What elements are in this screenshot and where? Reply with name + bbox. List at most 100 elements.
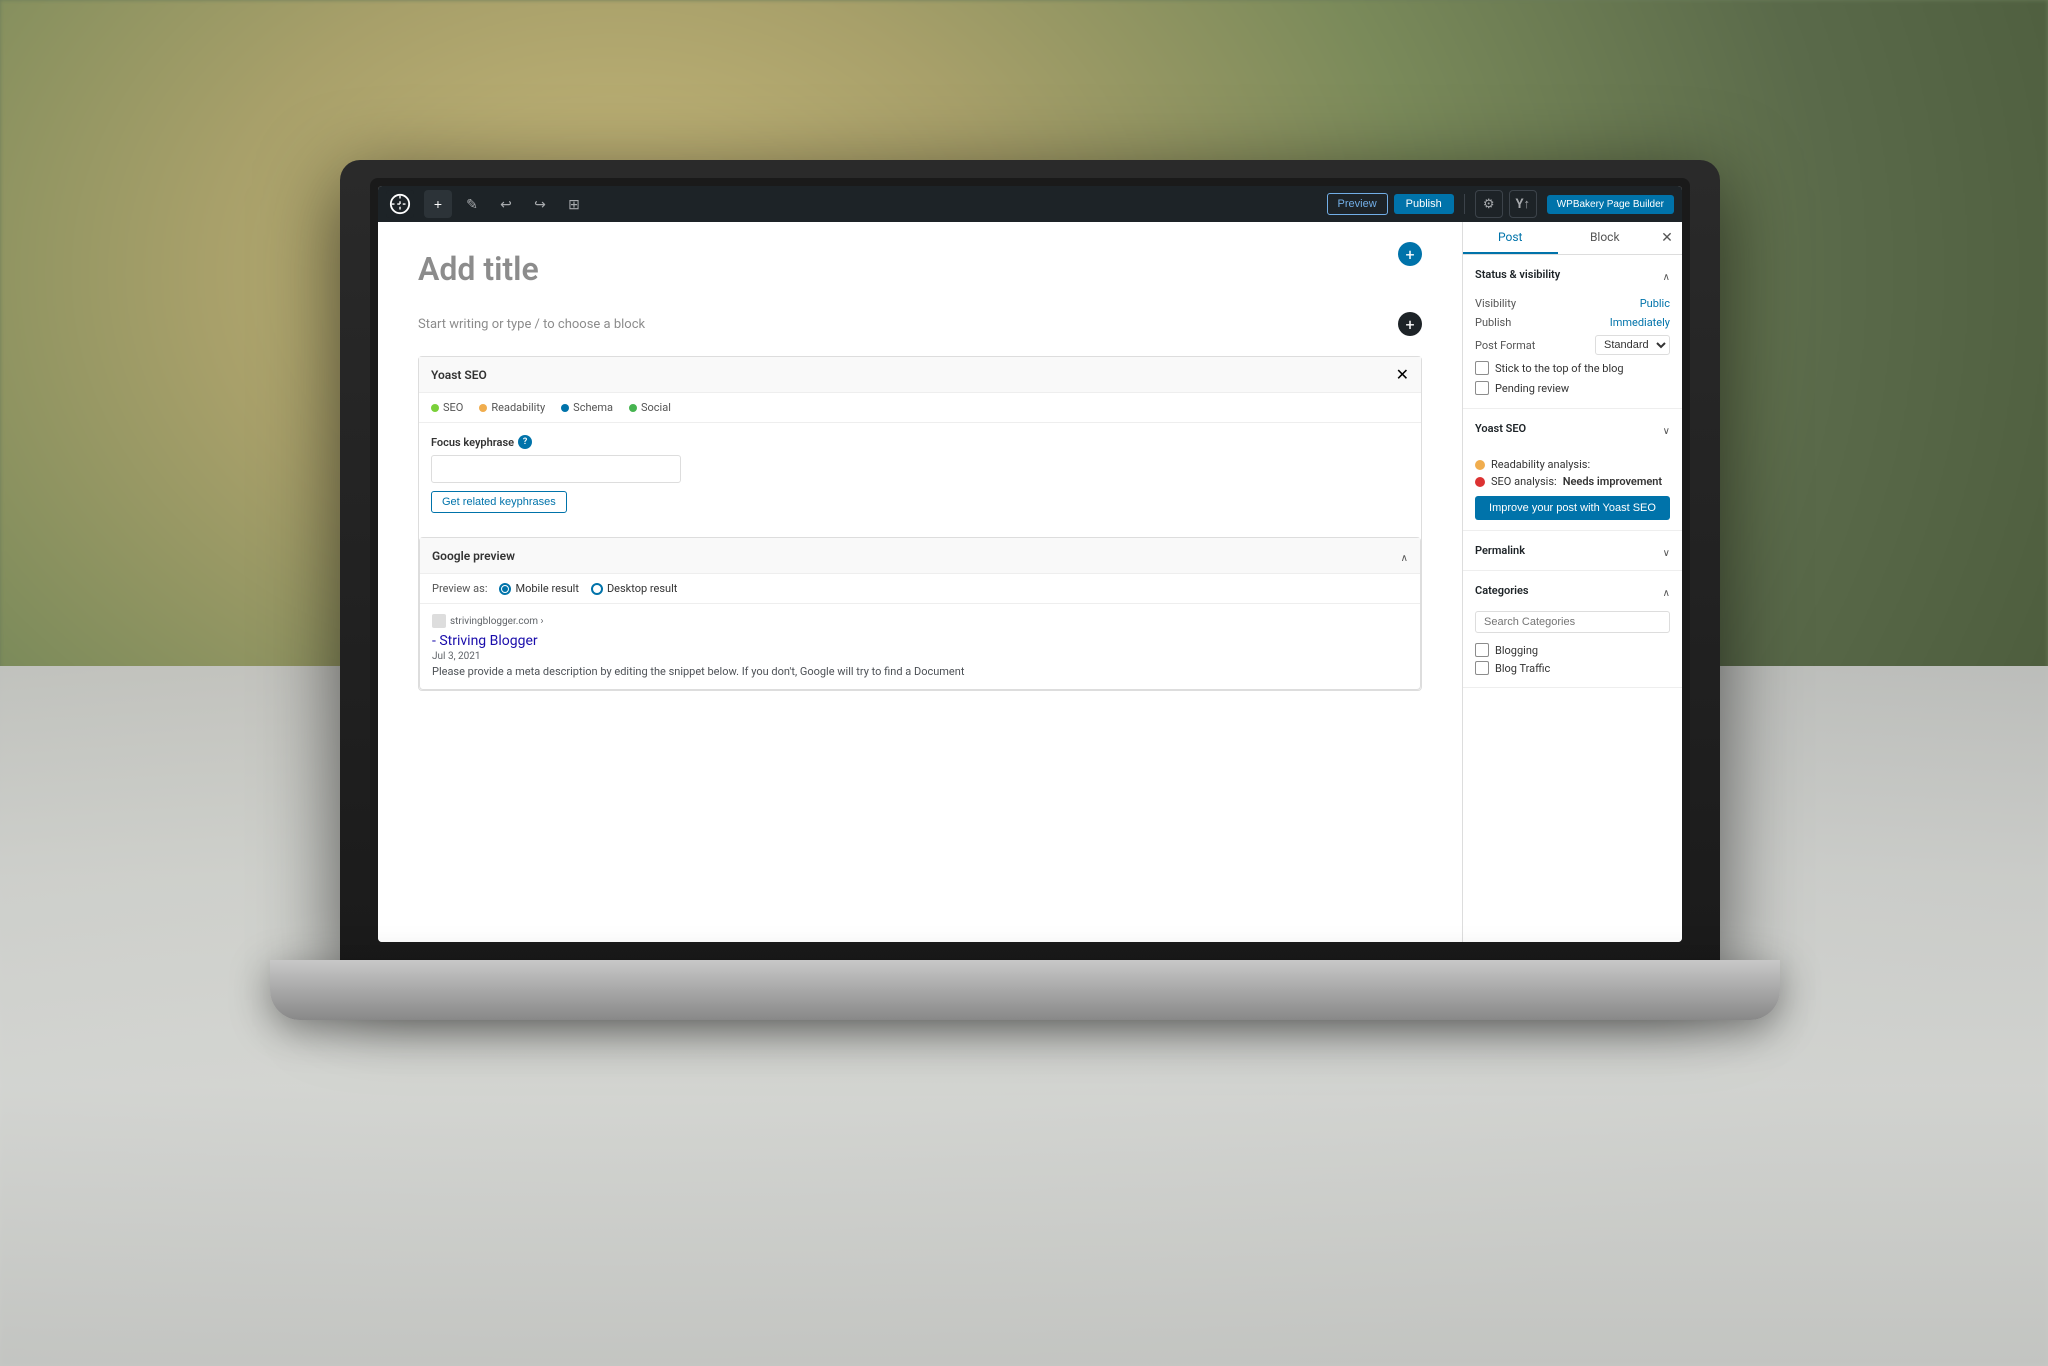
wpbakery-button[interactable]: WPBakery Page Builder: [1547, 195, 1674, 214]
categories-header[interactable]: Categories: [1463, 571, 1682, 610]
status-visibility-header[interactable]: Status & visibility: [1463, 255, 1682, 294]
body-placeholder-text: Start writing or type / to choose a bloc…: [418, 317, 645, 332]
publish-label: Publish: [1475, 316, 1511, 329]
pending-review-label: Pending review: [1495, 382, 1569, 395]
wp-main-area: + Add title Start writing or type / to c…: [378, 222, 1682, 942]
google-preview-collapse-icon: [1401, 546, 1408, 565]
wp-sidebar: Post Block ✕ Status & visibility Visibil…: [1462, 222, 1682, 942]
pending-review-checkbox[interactable]: [1475, 381, 1489, 395]
permalink-section[interactable]: Permalink: [1463, 531, 1682, 571]
yoast-panel-title: Yoast SEO: [431, 368, 487, 382]
yoast-collapse-icon: ✕: [1396, 365, 1409, 384]
post-format-label: Post Format: [1475, 339, 1535, 352]
yoast-sidebar-content: Readability analysis: SEO analysis: Need…: [1463, 448, 1682, 530]
permalink-collapse-icon: [1663, 541, 1670, 560]
categories-content: Blogging Blog Traffic: [1463, 610, 1682, 687]
wp-logo-icon[interactable]: [386, 190, 414, 218]
seo-analysis-value: Needs improvement: [1563, 475, 1662, 488]
seo-tab-label: SEO: [443, 401, 463, 414]
social-dot: [629, 404, 637, 412]
yoast-sidebar-section: Yoast SEO Readability analysis: SEO anal…: [1463, 409, 1682, 531]
edit-button[interactable]: ✎: [458, 190, 486, 218]
pending-review-checkbox-row[interactable]: Pending review: [1475, 378, 1670, 398]
wp-editor: + Add title Start writing or type / to c…: [378, 222, 1462, 942]
preview-as-label: Preview as:: [432, 582, 487, 595]
desktop-radio-dot: [591, 583, 603, 595]
post-format-select[interactable]: Standard: [1595, 335, 1670, 355]
keyphrase-input[interactable]: [431, 455, 681, 483]
category-blog-traffic: Blog Traffic: [1475, 659, 1670, 677]
wp-toolbar: + ✎ ↩ ↪ ⊞ Preview Publish ⚙ Y↑ WPBakery …: [378, 186, 1682, 222]
post-title-input[interactable]: Add title: [418, 242, 1422, 296]
blogging-checkbox[interactable]: [1475, 643, 1489, 657]
visibility-label: Visibility: [1475, 297, 1516, 310]
redo-button[interactable]: ↪: [526, 190, 554, 218]
laptop-base: [270, 960, 1780, 1020]
status-visibility-collapse-icon: [1663, 265, 1670, 284]
stick-top-label: Stick to the top of the blog: [1495, 362, 1624, 375]
yoast-sidebar-header[interactable]: Yoast SEO: [1463, 409, 1682, 448]
seo-analysis-row: SEO analysis: Needs improvement: [1475, 475, 1670, 488]
undo-button[interactable]: ↩: [492, 190, 520, 218]
yoast-tabs: SEO Readability Schema: [419, 393, 1421, 423]
google-url: strivingblogger.com ›: [432, 614, 1408, 628]
publish-row: Publish Immediately: [1475, 313, 1670, 332]
categories-collapse-icon: [1663, 581, 1670, 600]
blog-traffic-label: Blog Traffic: [1495, 662, 1550, 675]
focus-keyphrase-label: Focus keyphrase ?: [431, 435, 1409, 449]
social-tab-label: Social: [641, 401, 671, 414]
stick-top-checkbox[interactable]: [1475, 361, 1489, 375]
yoast-sidebar-title: Yoast SEO: [1475, 422, 1526, 435]
add-block-button[interactable]: +: [424, 190, 452, 218]
yoast-panel-header[interactable]: Yoast SEO ✕: [419, 357, 1421, 393]
editor-top-add-button[interactable]: +: [1398, 242, 1422, 266]
status-visibility-content: Visibility Public Publish Immediately Po…: [1463, 294, 1682, 408]
editor-body-area[interactable]: Start writing or type / to choose a bloc…: [418, 312, 1422, 336]
laptop-shell: + ✎ ↩ ↪ ⊞ Preview Publish ⚙ Y↑ WPBakery …: [340, 160, 1720, 980]
category-blogging: Blogging: [1475, 641, 1670, 659]
categories-section: Categories Blogging Blog Traffic: [1463, 571, 1682, 688]
blog-traffic-checkbox[interactable]: [1475, 661, 1489, 675]
yoast-tab-seo[interactable]: SEO: [431, 401, 463, 414]
readability-tab-label: Readability: [491, 401, 545, 414]
visibility-value[interactable]: Public: [1640, 297, 1670, 310]
improve-post-button[interactable]: Improve your post with Yoast SEO: [1475, 496, 1670, 520]
desktop-result-label: Desktop result: [607, 582, 677, 595]
yoast-seo-panel: Yoast SEO ✕ SEO Readability: [418, 356, 1422, 691]
publish-value[interactable]: Immediately: [1610, 316, 1670, 329]
keyphrase-help-icon[interactable]: ?: [518, 435, 532, 449]
sidebar-close-button[interactable]: ✕: [1652, 222, 1682, 254]
mobile-radio-dot: [499, 583, 511, 595]
tab-block[interactable]: Block: [1558, 222, 1653, 254]
yoast-tab-readability[interactable]: Readability: [479, 401, 545, 414]
tools-button[interactable]: ⊞: [560, 190, 588, 218]
publish-button[interactable]: Publish: [1394, 194, 1454, 214]
google-preview-date: Jul 3, 2021: [432, 651, 1408, 662]
preview-as-row: Preview as: Mobile result Desktop result: [420, 574, 1420, 604]
yoast-toolbar-button[interactable]: Y↑: [1509, 190, 1537, 218]
google-preview-panel: Google preview Preview as: Mobile result: [419, 537, 1421, 690]
seo-dot: [431, 404, 439, 412]
google-preview-title: Google preview: [432, 549, 515, 563]
yoast-tab-social[interactable]: Social: [629, 401, 671, 414]
settings-gear-button[interactable]: ⚙: [1475, 190, 1503, 218]
tab-post[interactable]: Post: [1463, 222, 1558, 254]
stick-top-checkbox-row[interactable]: Stick to the top of the blog: [1475, 358, 1670, 378]
seo-analysis-dot: [1475, 477, 1485, 487]
screen-bezel: + ✎ ↩ ↪ ⊞ Preview Publish ⚙ Y↑ WPBakery …: [370, 178, 1690, 950]
google-preview-link[interactable]: Striving Blogger: [432, 633, 538, 649]
mobile-result-radio[interactable]: Mobile result: [499, 582, 578, 595]
preview-button[interactable]: Preview: [1327, 193, 1388, 215]
google-preview-header[interactable]: Google preview: [420, 538, 1420, 574]
sidebar-tabs: Post Block ✕: [1463, 222, 1682, 255]
permalink-title: Permalink: [1475, 544, 1525, 557]
blogging-label: Blogging: [1495, 644, 1538, 657]
readability-analysis-row: Readability analysis:: [1475, 458, 1670, 471]
wp-screen: + ✎ ↩ ↪ ⊞ Preview Publish ⚙ Y↑ WPBakery …: [378, 186, 1682, 942]
body-add-block-button[interactable]: +: [1398, 312, 1422, 336]
category-search-input[interactable]: [1475, 611, 1670, 633]
yoast-tab-schema[interactable]: Schema: [561, 401, 613, 414]
readability-dot: [479, 404, 487, 412]
desktop-result-radio[interactable]: Desktop result: [591, 582, 677, 595]
get-related-keyphrases-button[interactable]: Get related keyphrases: [431, 491, 567, 513]
